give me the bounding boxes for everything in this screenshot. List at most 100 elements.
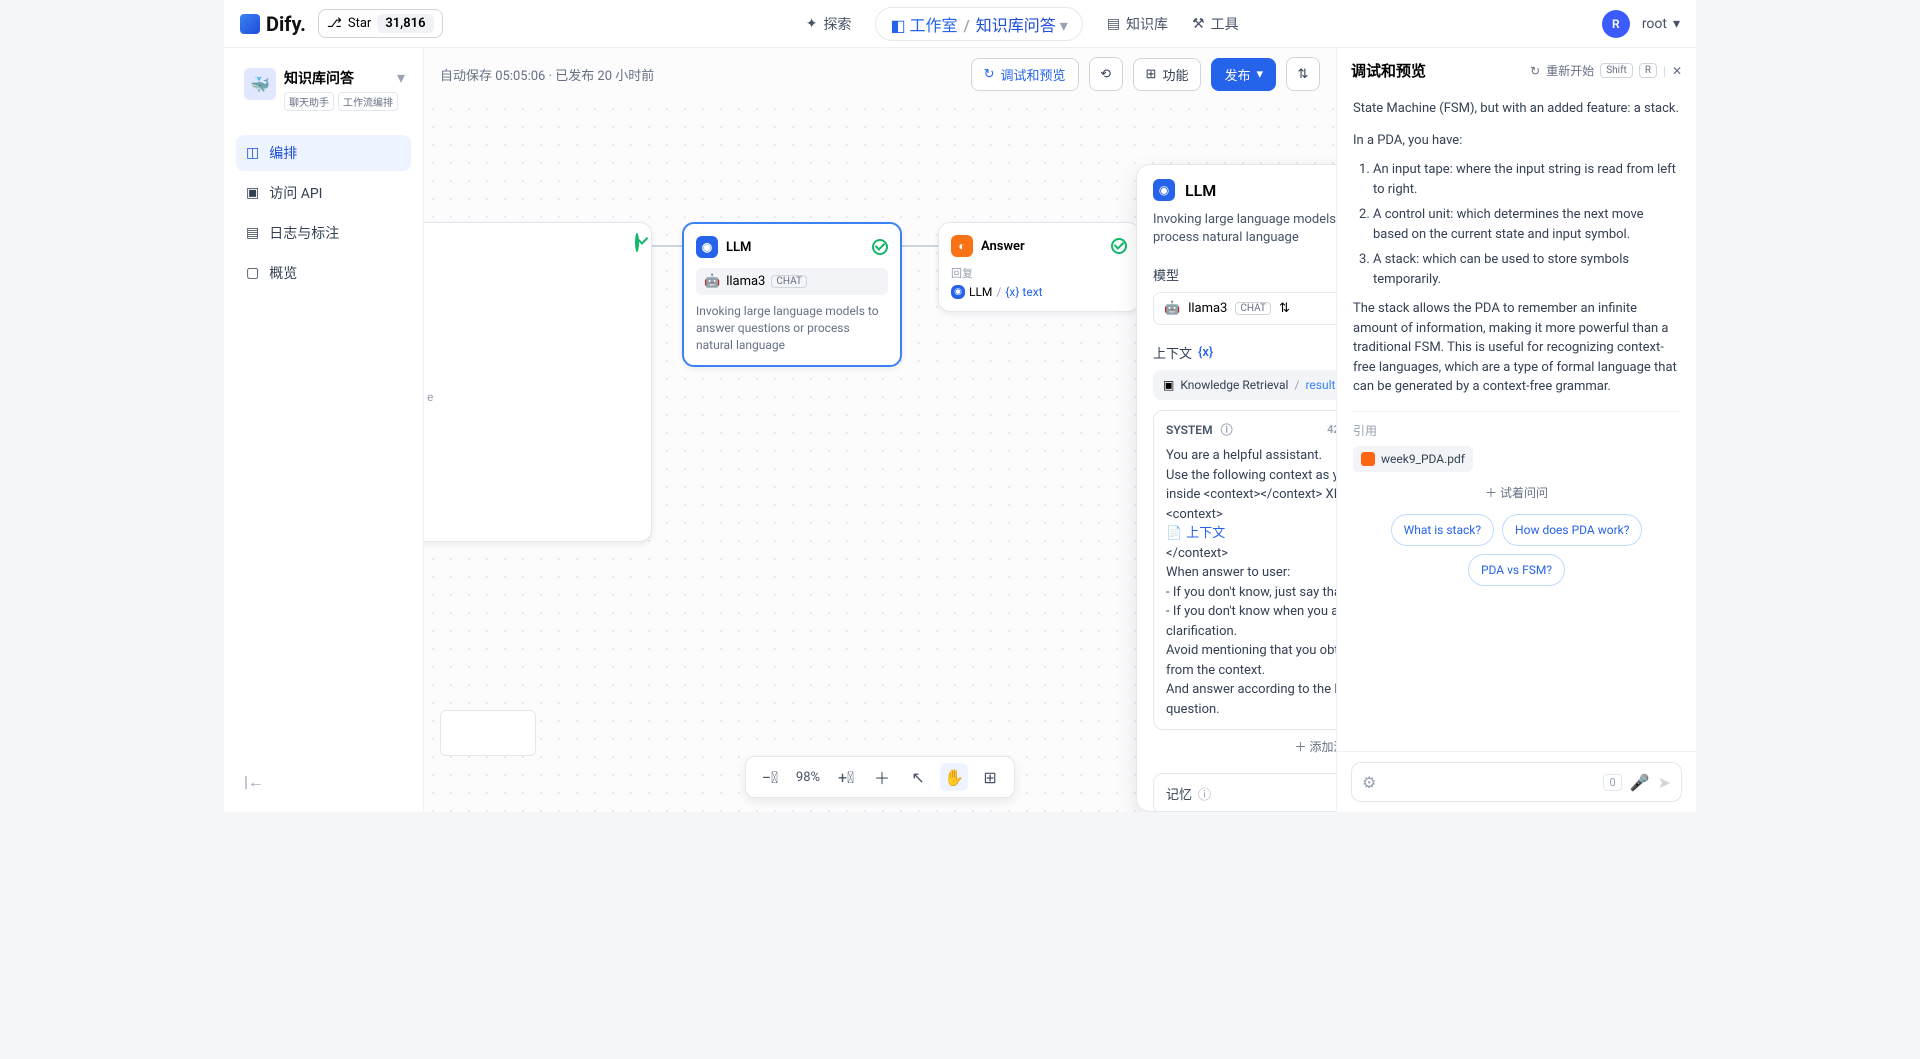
top-navbar: Dify. ⎇ Star 31,816 ✦ 探索 ◧ 工作室 / 知识库问答 ▾… xyxy=(224,0,1696,48)
answer-intro: State Machine (FSM), but with an added f… xyxy=(1353,99,1680,119)
llm-config-panel: ◉ LLM ▷ ⋯ ✕ Invoking large language mode… xyxy=(1136,164,1336,812)
suggestion-chip[interactable]: What is stack? xyxy=(1391,514,1494,546)
sidebar-item-logs[interactable]: ▤ 日志与标注 xyxy=(236,215,411,251)
model-name: llama3 xyxy=(726,274,765,289)
settings-icon[interactable]: ⚙ xyxy=(1362,773,1376,792)
left-sidebar: 🐳 知识库问答 聊天助手 工作流编排 ▾ ◫ 编排 ▣ 访问 API xyxy=(224,48,424,812)
node-description: Invoking large language models to answer… xyxy=(696,303,888,353)
features-button[interactable]: ⊞ 功能 xyxy=(1133,58,1202,91)
answer-icon: ◐ xyxy=(951,235,973,257)
chat-badge: CHAT xyxy=(771,275,807,288)
restart-label[interactable]: 重新开始 xyxy=(1546,62,1594,79)
memory-label: 记忆 xyxy=(1166,784,1192,803)
preview-title: 调试和预览 xyxy=(1351,60,1426,81)
sidebar-item-label: 日志与标注 xyxy=(269,223,339,243)
answer-list-item: A stack: which can be used to store symb… xyxy=(1373,250,1680,289)
book-icon: ▤ xyxy=(1107,16,1120,32)
star-count: 31,816 xyxy=(377,14,433,33)
grid-icon: ⊞ xyxy=(1146,67,1157,82)
reference-file[interactable]: week9_PDA.pdf xyxy=(1353,446,1473,472)
nav-workspace-label: 工作室 xyxy=(910,16,958,35)
add-message-button[interactable]: ＋ 添加消息 xyxy=(1153,730,1336,763)
zoom-out-button[interactable]: −⃝ xyxy=(756,763,784,791)
layout-button[interactable]: ⊞ xyxy=(976,763,1004,791)
user-menu[interactable]: root ▾ xyxy=(1642,16,1680,32)
node-partial-left[interactable]: e xyxy=(424,222,652,542)
hand-tool[interactable]: ✋ xyxy=(940,763,968,791)
send-icon[interactable]: ➤ xyxy=(1658,773,1671,792)
chevron-down-icon[interactable]: ▾ xyxy=(397,68,405,87)
system-prompt-content[interactable]: You are a helpful assistant. Use the fol… xyxy=(1166,446,1336,719)
sliders-icon[interactable]: ⇅ xyxy=(1279,301,1290,316)
llm-icon: ◉ xyxy=(951,285,965,299)
chevron-down-icon: ▾ xyxy=(1256,67,1263,82)
reply-source: LLM xyxy=(969,285,992,299)
logo-text: Dify. xyxy=(266,12,306,36)
zoom-in-button[interactable]: +⃝ xyxy=(832,763,860,791)
publish-button[interactable]: 发布 ▾ xyxy=(1211,58,1276,91)
variable-icon: {x} xyxy=(1198,345,1213,360)
nav-kb[interactable]: ▤ 知识库 xyxy=(1107,14,1168,34)
nav-workspace-active[interactable]: ◧ 工作室 / 知识库问答 ▾ xyxy=(875,7,1082,41)
node-title: Answer xyxy=(981,239,1025,254)
panel-description: Invoking large language models to answer… xyxy=(1153,211,1336,247)
node-answer[interactable]: ◐ Answer 回复 ◉ LLM / {x} text xyxy=(938,222,1140,312)
restart-icon[interactable]: ↻ xyxy=(1530,64,1540,78)
features-label: 功能 xyxy=(1162,65,1188,84)
zoom-level: 98% xyxy=(792,770,824,785)
panel-title: LLM xyxy=(1185,181,1216,200)
suggestion-chip[interactable]: How does PDA work? xyxy=(1502,514,1642,546)
sidebar-item-orchestrate[interactable]: ◫ 编排 xyxy=(236,135,411,171)
workflow-canvas[interactable]: e ◉ LLM 🤖 llama3 CHAT Invoking large lan… xyxy=(424,100,1336,812)
nav-explore[interactable]: ✦ 探索 xyxy=(806,14,852,34)
nav-tools[interactable]: ⚒ 工具 xyxy=(1192,14,1239,34)
context-chip: 📄上下文 xyxy=(1166,524,1225,544)
nav-tools-label: 工具 xyxy=(1211,14,1239,34)
workflow-icon: ◫ xyxy=(246,145,259,161)
autosave-status: 自动保存 05:05:06 · 已发布 20 小时前 xyxy=(440,65,654,84)
help-icon[interactable]: ⓘ xyxy=(1221,421,1233,438)
chat-input[interactable]: ⚙ 0 🎤 ➤ xyxy=(1351,762,1682,802)
debug-preview-button[interactable]: ↻ 调试和预览 xyxy=(971,58,1079,91)
close-icon[interactable]: ✕ xyxy=(1672,64,1682,78)
chat-input-bar: ⚙ 0 🎤 ➤ xyxy=(1337,751,1696,812)
context-binding[interactable]: ▣ Knowledge Retrieval / result Array[obj… xyxy=(1153,370,1336,400)
app-icon: 🐳 xyxy=(244,68,276,100)
nav-breadcrumb-app: 知识库问答 xyxy=(976,16,1056,35)
preview-panel: 调试和预览 ↻ 重新开始 Shift R | ✕ State Machine (… xyxy=(1336,48,1696,812)
nav-kb-label: 知识库 xyxy=(1126,14,1168,34)
canvas-toolbar: −⃝ 98% +⃝ ＋ ↖ ✋ ⊞ xyxy=(745,756,1015,798)
robot-icon: ◧ xyxy=(890,16,905,35)
logo[interactable]: Dify. xyxy=(240,12,306,36)
github-star-badge[interactable]: ⎇ Star 31,816 xyxy=(318,9,443,38)
sidebar-item-api[interactable]: ▣ 访问 API xyxy=(236,175,411,211)
add-node-button[interactable]: ＋ xyxy=(868,763,896,791)
history-button[interactable]: ⟲ xyxy=(1089,57,1123,91)
collapse-sidebar-button[interactable]: |← xyxy=(236,764,411,800)
user-name: root xyxy=(1642,16,1667,32)
tag-assistant: 聊天助手 xyxy=(284,92,334,111)
suggestion-chip[interactable]: PDA vs FSM? xyxy=(1468,554,1565,586)
sliders-icon: ⇅ xyxy=(1298,67,1309,82)
model-name: llama3 xyxy=(1188,301,1227,316)
settings-button[interactable]: ⇅ xyxy=(1286,57,1320,91)
publish-label: 发布 xyxy=(1224,65,1250,84)
mic-icon[interactable]: 🎤 xyxy=(1630,773,1650,792)
preview-content: State Machine (FSM), but with an added f… xyxy=(1337,93,1696,751)
memory-row[interactable]: 记忆ⓘ 内置 xyxy=(1153,773,1336,812)
context-result: result xyxy=(1305,378,1335,392)
minimap[interactable] xyxy=(440,710,536,756)
avatar[interactable]: R xyxy=(1602,10,1630,38)
node-title: LLM xyxy=(726,240,751,255)
system-prompt-box: SYSTEM ⓘ 422 | Jinja {x} ⎘ ⛶ xyxy=(1153,410,1336,730)
context-source: Knowledge Retrieval xyxy=(1180,378,1288,392)
sidebar-item-label: 访问 API xyxy=(269,183,322,203)
sidebar-item-overview[interactable]: ▢ 概览 xyxy=(236,255,411,291)
app-header[interactable]: 🐳 知识库问答 聊天助手 工作流编排 ▾ xyxy=(236,60,411,119)
model-selector[interactable]: 🤖 llama3 CHAT ⇅ ▾ xyxy=(1153,292,1336,325)
model-icon: 🤖 xyxy=(1164,301,1180,316)
help-icon: ⓘ xyxy=(1198,784,1211,803)
edge xyxy=(652,245,682,247)
node-llm[interactable]: ◉ LLM 🤖 llama3 CHAT Invoking large langu… xyxy=(682,222,902,367)
cursor-tool[interactable]: ↖ xyxy=(904,763,932,791)
